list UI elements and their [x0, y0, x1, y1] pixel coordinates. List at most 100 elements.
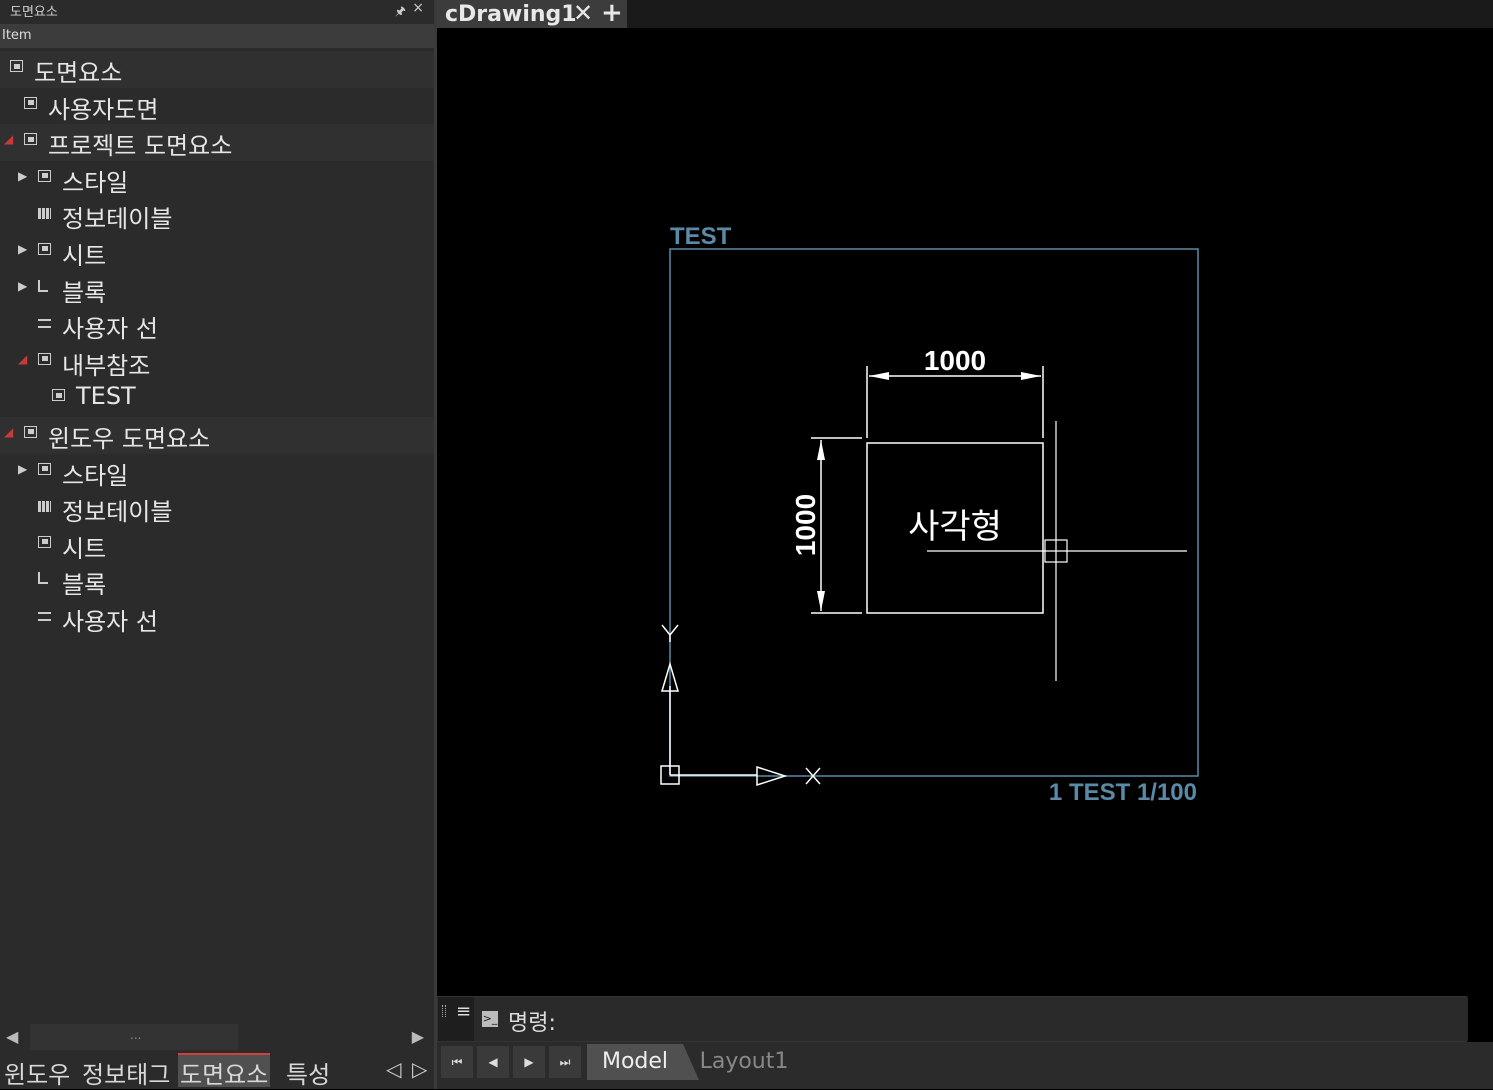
document-tab[interactable]: cDrawing1 ✕ +	[437, 0, 627, 28]
close-icon[interactable]: ×	[412, 0, 424, 16]
tree-item-label: 사용자 선	[62, 315, 158, 344]
tree-item[interactable]: 블록	[0, 563, 434, 600]
tree-item[interactable]: 사용자도면	[0, 88, 434, 125]
style-icon	[38, 169, 51, 182]
panel-tab-strip: 윈도우 정보태그 도면요소 특성 ◁ ▷	[0, 1053, 434, 1089]
expand-arrow-icon[interactable]: ▶	[18, 169, 27, 183]
expand-arrow-icon[interactable]: ▶	[18, 462, 27, 476]
tree-item[interactable]: 정보테이블	[0, 197, 434, 234]
first-layout-button[interactable]: ⏮	[441, 1046, 473, 1078]
drawing-svg[interactable]: TEST 1 TEST 1/100 사각형 1000 1000	[437, 28, 1493, 994]
rectangle-label: 사각형	[908, 507, 1002, 547]
tab-drawing-elements[interactable]: 도면요소	[178, 1053, 271, 1089]
drawing-canvas[interactable]: TEST 1 TEST 1/100 사각형 1000 1000	[437, 28, 1493, 994]
tree-item-label: 도면요소	[34, 59, 123, 87]
document-tabbar: cDrawing1 ✕ +	[437, 0, 1493, 28]
tree-item[interactable]: ▶ 블록	[0, 271, 434, 308]
last-layout-button[interactable]: ⏭	[549, 1046, 581, 1078]
panel-titlebar: 도면요소 🖈 ×	[0, 0, 434, 22]
command-input-area[interactable]: >_ 명령:	[474, 997, 1468, 1041]
block-icon	[38, 572, 48, 585]
horizontal-dimension[interactable]	[866, 366, 1044, 438]
tree-item[interactable]: ▶ 스타일	[0, 454, 434, 491]
frame-title: TEST	[670, 223, 732, 250]
tree-item-label: 스타일	[62, 461, 129, 490]
project-icon	[24, 133, 37, 146]
tab-layout1[interactable]: Layout1	[689, 1044, 799, 1080]
tree-item[interactable]: ▶ 스타일	[0, 161, 434, 198]
tree-item[interactable]: ◢ 내부참조	[0, 344, 434, 381]
tree-item-label: 블록	[62, 278, 107, 307]
column-header[interactable]: Item	[0, 24, 434, 48]
tree-item-label: 윈도우 도면요소	[48, 424, 211, 453]
collapse-arrow-icon[interactable]: ◢	[18, 352, 27, 366]
tree-item-label: 스타일	[62, 168, 129, 197]
drawing-elements-panel: 도면요소 🖈 × Item 도면요소 사용자도면 ◢ 프로젝트 도면요소 ▶ 스타일 정보테…	[0, 0, 434, 1089]
scroll-right-icon[interactable]: ▶	[412, 1027, 424, 1046]
tree-item[interactable]: TEST	[0, 380, 434, 417]
tree-item-label: 정보테이블	[62, 205, 173, 234]
command-prompt: 명령:	[508, 1011, 556, 1036]
panel-title: 도면요소	[10, 5, 58, 20]
tree-item-label: 프로젝트 도면요소	[48, 132, 233, 161]
drawing-icon	[10, 60, 23, 72]
user-drawing-icon	[24, 96, 37, 109]
line-icon	[38, 611, 51, 621]
block-icon	[38, 279, 48, 292]
command-prompt-icon: >_	[482, 1011, 498, 1027]
close-tab-icon[interactable]: ✕	[573, 0, 593, 27]
horizontal-dimension-text: 1000	[924, 345, 986, 376]
tab-window[interactable]: 윈도우	[2, 1055, 72, 1089]
tab-next-icon[interactable]: ▷	[412, 1057, 427, 1081]
collapse-arrow-icon[interactable]: ◢	[4, 132, 13, 146]
sheet-icon	[38, 242, 51, 255]
crosshair-cursor	[927, 421, 1187, 681]
table-icon	[38, 501, 51, 513]
window-icon	[24, 425, 37, 438]
xref-icon	[52, 389, 65, 402]
collapse-arrow-icon[interactable]: ◢	[4, 425, 13, 439]
tree-item[interactable]: 사용자 선	[0, 307, 434, 344]
line-icon	[38, 319, 51, 329]
element-tree: 도면요소 사용자도면 ◢ 프로젝트 도면요소 ▶ 스타일 정보테이블 ▶ 시트 ▶ 블록 사용자 선 ◢…	[0, 51, 434, 637]
column-header-item: Item	[2, 28, 32, 43]
pin-icon[interactable]: 🖈	[395, 2, 406, 23]
tree-item[interactable]: ◢ 프로젝트 도면요소	[0, 124, 434, 161]
prev-layout-button[interactable]: ◀	[477, 1046, 509, 1078]
scroll-grip: ...	[130, 1028, 142, 1042]
tree-item[interactable]: ◢ 윈도우 도면요소	[0, 416, 434, 454]
tab-model[interactable]: Model	[587, 1044, 699, 1080]
tab-properties[interactable]: 특성	[284, 1055, 332, 1089]
horizontal-scrollbar[interactable]: ◀ ... ▶	[0, 1022, 434, 1052]
expand-arrow-icon[interactable]: ▶	[18, 279, 27, 293]
new-tab-icon[interactable]: +	[601, 0, 623, 28]
tree-item[interactable]: 도면요소	[0, 51, 434, 88]
command-line: ≡ >_ 명령:	[437, 996, 1468, 1042]
tree-item-label: 시트	[62, 241, 107, 270]
sheet-icon	[38, 535, 51, 548]
xref-icon	[38, 352, 51, 365]
tree-item-label: 사용자도면	[48, 95, 159, 124]
expand-arrow-icon[interactable]: ▶	[18, 242, 27, 256]
tree-item-label: 시트	[62, 534, 107, 563]
command-grip[interactable]	[442, 1005, 446, 1017]
tree-item-label: 내부참조	[62, 351, 151, 380]
table-icon	[38, 208, 51, 220]
tree-item[interactable]: 사용자 선	[0, 600, 434, 637]
style-icon	[38, 462, 51, 475]
command-menu-icon[interactable]: ≡	[456, 1001, 471, 1022]
tree-item[interactable]: ▶ 시트	[0, 234, 434, 271]
frame-caption: 1 TEST 1/100	[1049, 779, 1197, 806]
tree-item-label: 정보테이블	[62, 498, 173, 527]
scroll-left-icon[interactable]: ◀	[6, 1027, 18, 1046]
tree-item[interactable]: 정보테이블	[0, 490, 434, 527]
vertical-dimension-text: 1000	[790, 494, 821, 556]
tree-item[interactable]: 시트	[0, 527, 434, 564]
next-layout-button[interactable]: ▶	[513, 1046, 545, 1078]
tab-info-tag[interactable]: 정보태그	[80, 1055, 172, 1089]
tab-prev-icon[interactable]: ◁	[386, 1057, 401, 1081]
ucs-icon	[660, 624, 821, 787]
layout-tab-bar: ⏮ ◀ ▶ ⏭ Model Layout1	[437, 1042, 1493, 1089]
document-tab-label: cDrawing1	[445, 2, 577, 27]
tree-item-label: 블록	[62, 571, 107, 600]
